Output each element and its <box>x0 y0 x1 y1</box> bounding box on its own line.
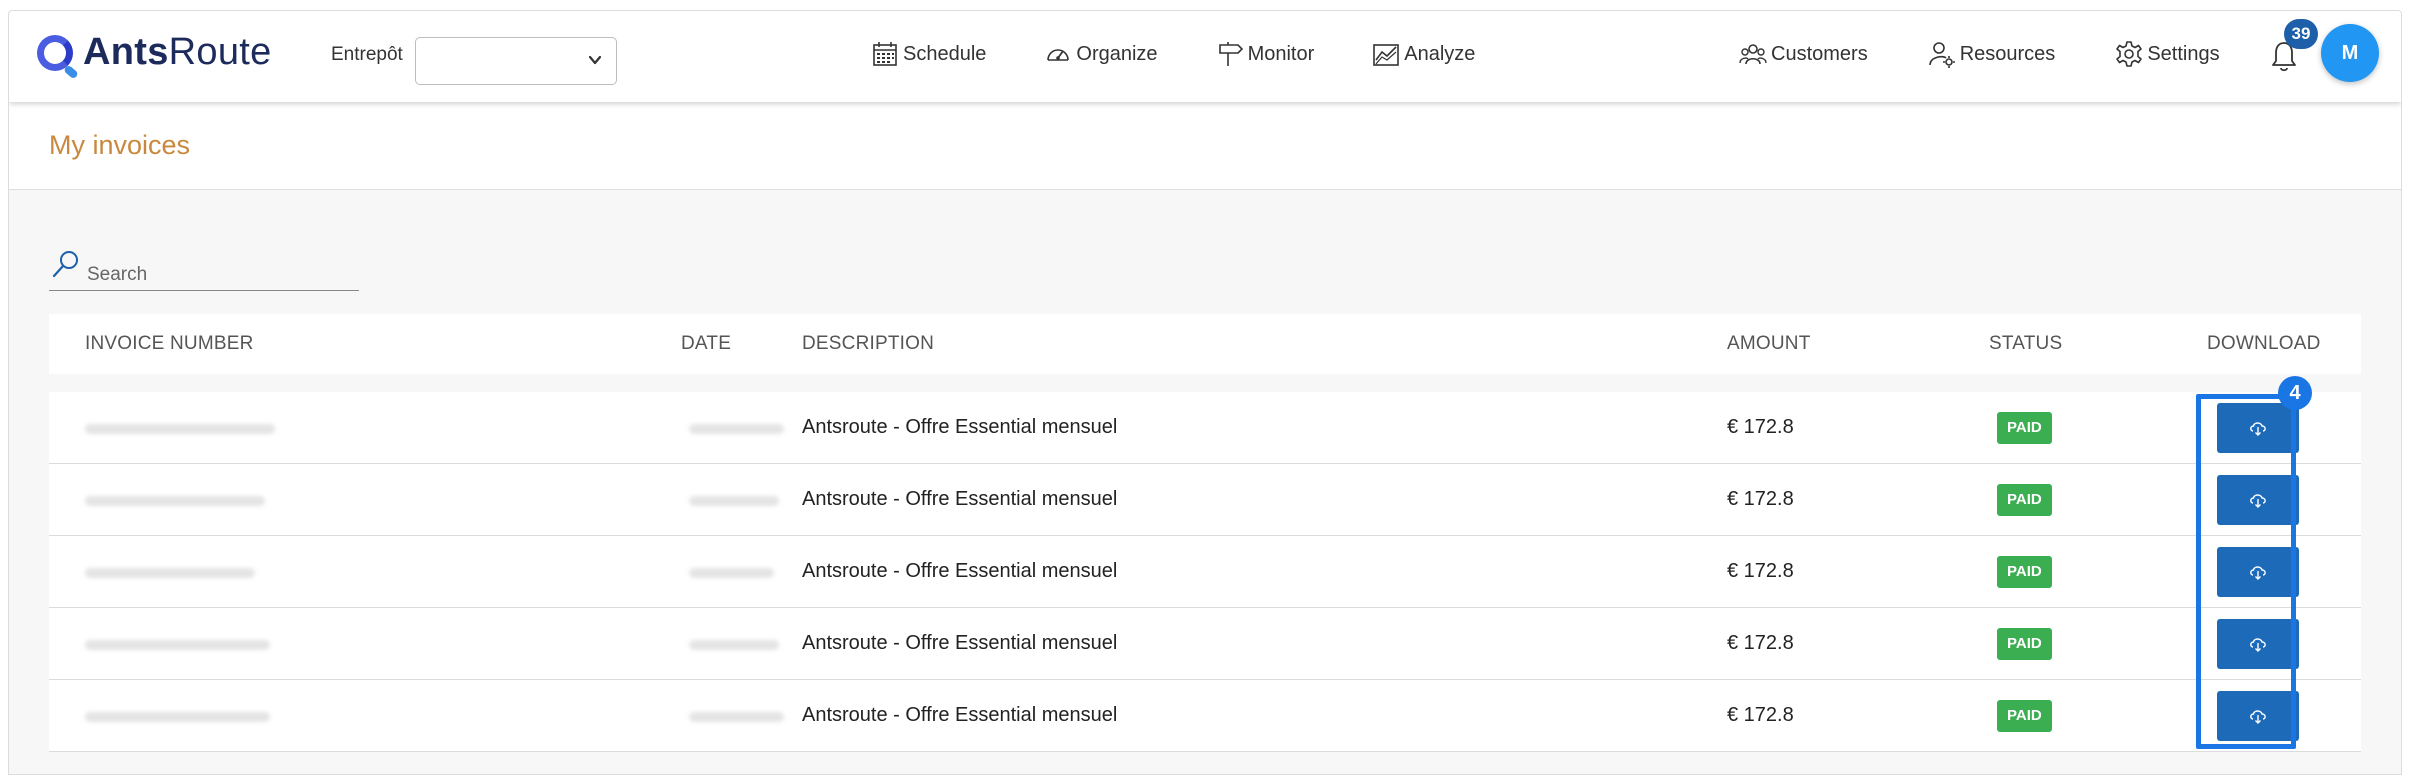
main-nav: Schedule Organize Monitor Analyze <box>871 37 1533 71</box>
nav-monitor[interactable]: Monitor <box>1216 37 1315 71</box>
cloud-download-icon <box>2250 566 2266 580</box>
invoice-number-redacted <box>85 496 265 506</box>
status-badge: PAID <box>1997 412 2052 444</box>
signpost-icon <box>1218 42 1243 66</box>
notification-badge: 39 <box>2284 19 2318 49</box>
page-header: My invoices <box>9 102 2401 190</box>
download-button[interactable] <box>2217 403 2299 453</box>
chart-icon <box>1373 44 1400 66</box>
table-row: Antsroute - Offre Essential mensuel € 17… <box>49 536 2361 608</box>
app-logo[interactable]: AntsRoute <box>37 31 272 74</box>
table-body: Antsroute - Offre Essential mensuel € 17… <box>49 392 2361 752</box>
nav-label: Resources <box>1959 42 2056 65</box>
page-title: My invoices <box>49 130 191 160</box>
gauge-icon <box>1047 49 1070 61</box>
col-status[interactable]: STATUS <box>1989 333 2062 355</box>
chevron-down-icon <box>588 55 601 65</box>
download-button[interactable] <box>2217 547 2299 597</box>
description-cell: Antsroute - Offre Essential mensuel <box>802 632 1118 654</box>
status-badge: PAID <box>1997 484 2052 516</box>
search-box <box>49 249 359 291</box>
col-description[interactable]: DESCRIPTION <box>802 333 934 355</box>
description-cell: Antsroute - Offre Essential mensuel <box>802 560 1118 582</box>
amount-cell: € 172.8 <box>1727 416 1794 438</box>
col-amount[interactable]: AMOUNT <box>1727 333 1811 355</box>
date-redacted <box>689 496 779 506</box>
nav-organize[interactable]: Organize <box>1044 37 1158 71</box>
warehouse-selector: Entrepôt <box>331 37 617 85</box>
nav-settings[interactable]: Settings <box>2115 37 2220 71</box>
date-redacted <box>689 640 779 650</box>
nav-customers[interactable]: Customers <box>1739 37 1868 71</box>
invoice-number-redacted <box>85 712 270 722</box>
app-window: AntsRoute Entrepôt Schedule Organize Mon… <box>8 10 2402 775</box>
table-row: Antsroute - Offre Essential mensuel € 17… <box>49 464 2361 536</box>
invoice-number-redacted <box>85 424 275 434</box>
download-button[interactable] <box>2217 619 2299 669</box>
nav-schedule[interactable]: Schedule <box>871 37 986 71</box>
download-button[interactable] <box>2217 691 2299 741</box>
table-header: INVOICE NUMBER DATE DESCRIPTION AMOUNT S… <box>49 314 2361 374</box>
gear-icon <box>2116 41 2143 67</box>
date-redacted <box>689 424 784 434</box>
col-download: DOWNLOAD <box>2207 333 2321 354</box>
date-redacted <box>689 712 784 722</box>
top-navigation: AntsRoute Entrepôt Schedule Organize Mon… <box>9 11 2401 102</box>
annotation-badge: 4 <box>2278 376 2312 410</box>
amount-cell: € 172.8 <box>1727 560 1794 582</box>
nav-label: Organize <box>1076 42 1158 65</box>
invoices-table: INVOICE NUMBER DATE DESCRIPTION AMOUNT S… <box>49 314 2361 752</box>
nav-label: Customers <box>1771 42 1868 65</box>
nav-analyze[interactable]: Analyze <box>1372 37 1475 71</box>
nav-label: Schedule <box>903 42 987 65</box>
users-icon <box>1739 44 1767 65</box>
description-cell: Antsroute - Offre Essential mensuel <box>802 416 1118 438</box>
description-cell: Antsroute - Offre Essential mensuel <box>802 704 1118 726</box>
user-gear-icon <box>1928 42 1955 68</box>
date-redacted <box>689 568 774 578</box>
status-badge: PAID <box>1997 556 2052 588</box>
nav-resources[interactable]: Resources <box>1928 37 2056 71</box>
cloud-download-icon <box>2250 710 2266 724</box>
warehouse-select[interactable] <box>414 37 617 85</box>
table-row: Antsroute - Offre Essential mensuel € 17… <box>49 608 2361 680</box>
col-date[interactable]: DATE <box>681 333 731 355</box>
status-badge: PAID <box>1997 628 2052 660</box>
table-row: Antsroute - Offre Essential mensuel € 17… <box>49 680 2361 752</box>
col-invoice-number[interactable]: INVOICE NUMBER <box>85 333 254 355</box>
cloud-download-icon <box>2250 638 2266 652</box>
description-cell: Antsroute - Offre Essential mensuel <box>802 488 1118 510</box>
cloud-download-icon <box>2250 422 2266 436</box>
invoice-number-redacted <box>85 640 270 650</box>
amount-cell: € 172.8 <box>1727 704 1794 726</box>
amount-cell: € 172.8 <box>1727 488 1794 510</box>
antsroute-logo-icon <box>37 34 73 71</box>
table-row: Antsroute - Offre Essential mensuel € 17… <box>49 392 2361 464</box>
user-avatar[interactable]: M <box>2321 24 2379 82</box>
secondary-nav: Customers Resources Settings <box>1739 37 2280 71</box>
search-input[interactable] <box>87 261 347 289</box>
nav-label: Monitor <box>1247 42 1315 65</box>
invoice-number-redacted <box>85 568 255 578</box>
amount-cell: € 172.8 <box>1727 632 1794 654</box>
warehouse-label: Entrepôt <box>331 44 403 65</box>
logo-text: AntsRoute <box>83 31 272 73</box>
status-badge: PAID <box>1997 700 2052 732</box>
cloud-download-icon <box>2250 494 2266 508</box>
download-button[interactable] <box>2217 475 2299 525</box>
calendar-icon <box>873 42 897 66</box>
nav-label: Settings <box>2147 42 2220 65</box>
nav-label: Analyze <box>1404 42 1476 65</box>
search-icon <box>52 251 78 278</box>
